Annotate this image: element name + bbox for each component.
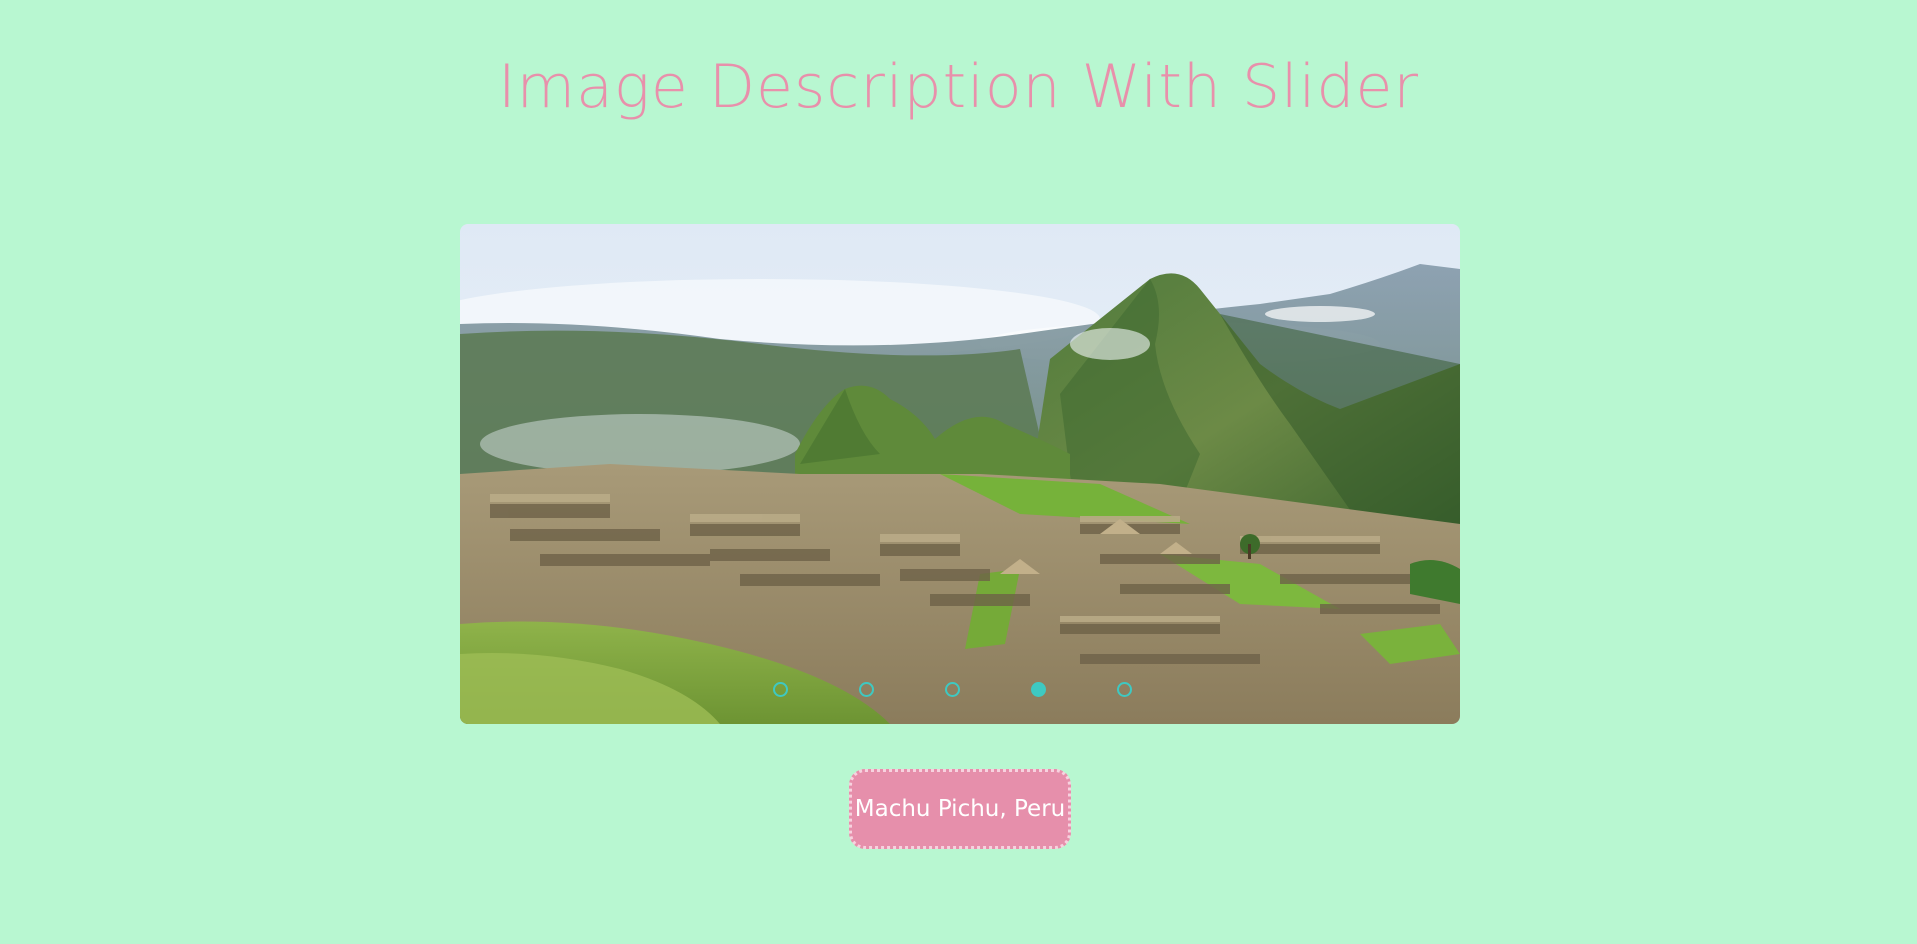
slider-dot-4[interactable] xyxy=(1031,682,1046,697)
page: Image Description With Slider Machu Pich… xyxy=(0,0,1917,944)
image-caption-button[interactable]: Machu Pichu, Peru xyxy=(849,769,1071,849)
slider-dot-5[interactable] xyxy=(1117,682,1132,697)
slider-dot-3[interactable] xyxy=(945,682,960,697)
slider-dot-1[interactable] xyxy=(773,682,788,697)
slider-dot-2[interactable] xyxy=(859,682,874,697)
slider-pagination xyxy=(460,682,1460,698)
page-title: Image Description With Slider xyxy=(497,52,1420,122)
image-slider[interactable] xyxy=(460,224,1460,724)
slide-image xyxy=(460,224,1460,724)
